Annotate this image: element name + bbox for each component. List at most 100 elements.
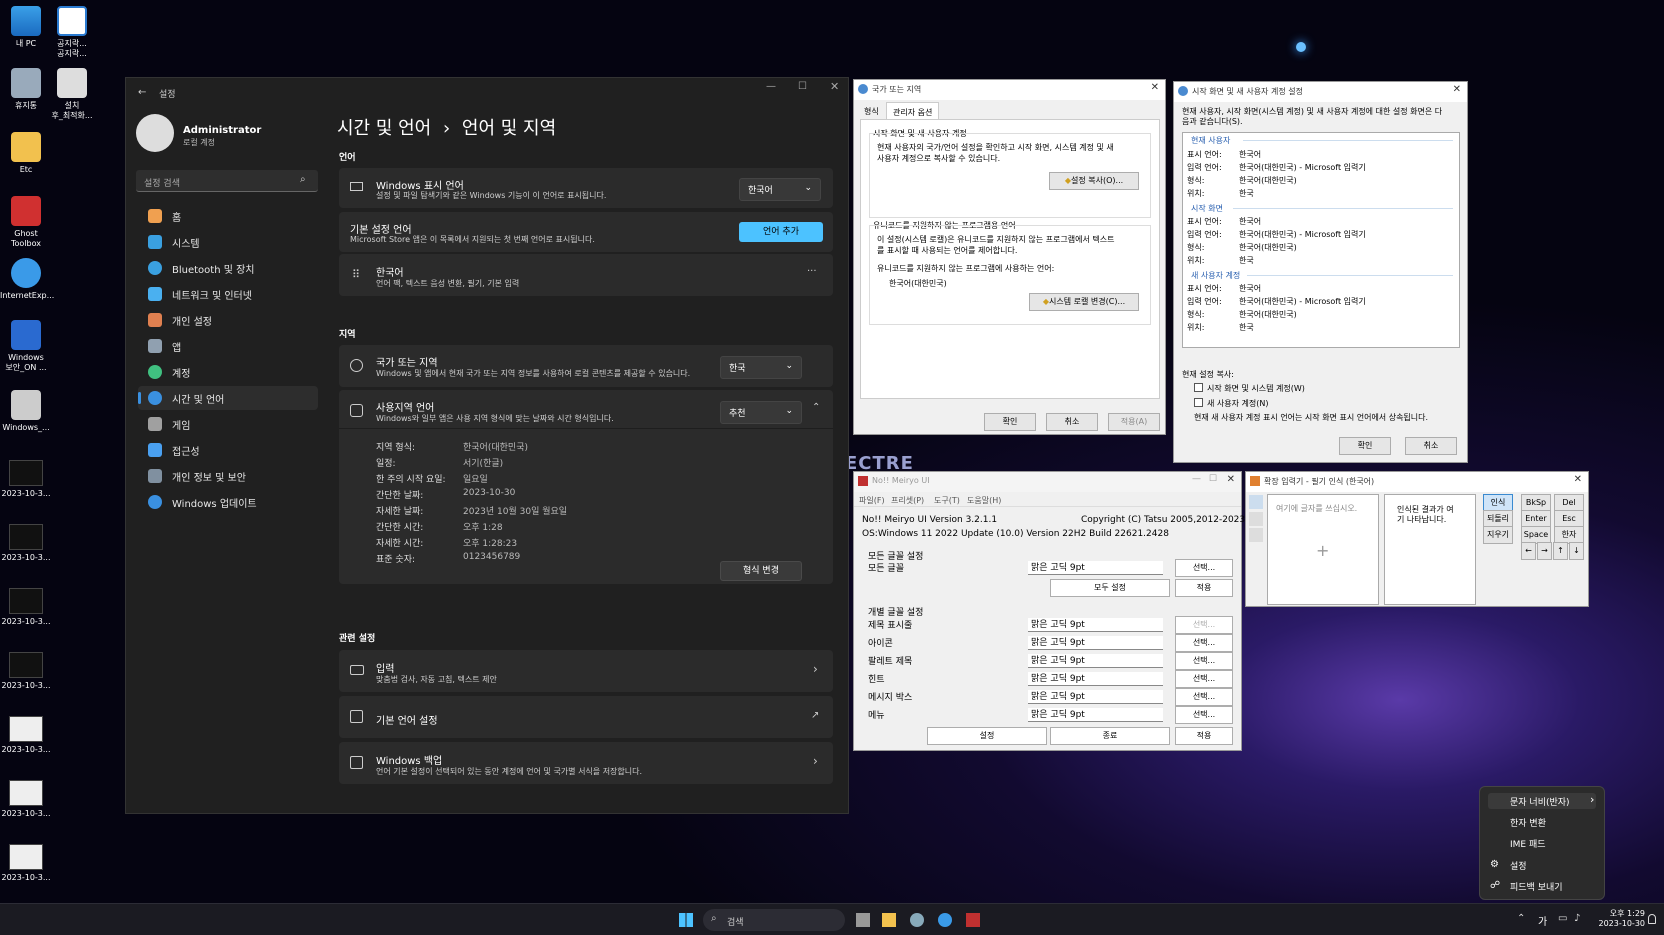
- menu-help[interactable]: 도움말(H): [967, 495, 1001, 506]
- clear-button[interactable]: 지우기: [1483, 526, 1513, 544]
- radical-icon[interactable]: [1249, 528, 1263, 542]
- apply-all-button[interactable]: 적용: [1175, 579, 1233, 597]
- nav-network[interactable]: 네트워크 및 인터넷: [138, 282, 318, 306]
- copy-settings-button[interactable]: ◆설정 복사(O)...: [1049, 172, 1139, 190]
- network-icon[interactable]: ▭: [1558, 913, 1567, 924]
- arrow-up-key[interactable]: ↑: [1553, 542, 1568, 560]
- desktop-icon-screenshot[interactable]: 2023-10-3...: [0, 588, 52, 627]
- tab-formats[interactable]: 형식: [864, 106, 879, 117]
- nav-home[interactable]: 홈: [138, 204, 318, 228]
- taskbar-search[interactable]: ⌕ 검색: [703, 909, 845, 931]
- menu-preset[interactable]: 프리셋(P): [891, 495, 924, 506]
- arrow-down-key[interactable]: ↓: [1569, 542, 1584, 560]
- desktop-icon-security[interactable]: Windows 보안_ON ...: [0, 320, 52, 373]
- minimize-icon[interactable]: —: [766, 81, 776, 92]
- volume-icon[interactable]: ♪: [1574, 913, 1580, 924]
- meiryo-app-icon[interactable]: [966, 913, 980, 927]
- settings-app-icon[interactable]: [910, 913, 924, 927]
- chevron-up-icon[interactable]: ⌃: [812, 402, 820, 413]
- select-button[interactable]: 선택...: [1175, 652, 1233, 670]
- nav-accessibility[interactable]: 접근성: [138, 438, 318, 462]
- nav-personalization[interactable]: 개인 설정: [138, 308, 318, 332]
- task-view-icon[interactable]: [856, 913, 870, 927]
- notification-bell-icon[interactable]: [1648, 914, 1656, 924]
- arrow-left-key[interactable]: ←: [1521, 542, 1536, 560]
- handwriting-canvas[interactable]: 여기에 글자를 쓰십시오. +: [1267, 494, 1379, 605]
- ok-button[interactable]: 확인: [984, 413, 1036, 431]
- card-typing[interactable]: 입력 맞춤법 검사, 자동 고침, 텍스트 제안 ›: [339, 650, 833, 692]
- select-button[interactable]: 선택...: [1175, 634, 1233, 652]
- close-icon[interactable]: ✕: [1574, 474, 1582, 485]
- menu-item-hanja[interactable]: 한자 변환: [1510, 816, 1546, 829]
- menu-item-settings[interactable]: 설정: [1510, 859, 1527, 872]
- nav-accounts[interactable]: 계정: [138, 360, 318, 384]
- nav-time-language[interactable]: 시간 및 언어: [138, 386, 318, 410]
- desktop-icon-screenshot[interactable]: 2023-10-3...: [0, 460, 52, 499]
- breadcrumb-parent[interactable]: 시간 및 언어: [337, 118, 431, 139]
- desktop-icon-notice[interactable]: 공지락... 공지락...: [46, 6, 98, 59]
- country-dropdown[interactable]: 한국 ⌄: [720, 356, 802, 379]
- desktop-icon-ghost[interactable]: Ghost Toolbox: [0, 196, 52, 249]
- cancel-button[interactable]: 취소: [1046, 413, 1098, 431]
- set-all-button[interactable]: 모두 설정: [1050, 579, 1170, 597]
- ok-button[interactable]: 확인: [1339, 437, 1391, 455]
- regional-format-dropdown[interactable]: 추천 ⌄: [720, 401, 802, 424]
- close-icon[interactable]: ✕: [1151, 82, 1159, 93]
- minimize-icon[interactable]: —: [1192, 474, 1201, 484]
- avatar[interactable]: [136, 114, 174, 152]
- desktop-icon-windows[interactable]: Windows_...: [0, 390, 52, 433]
- select-button[interactable]: 선택...: [1175, 706, 1233, 724]
- desktop-icon-screenshot[interactable]: 2023-10-3...: [0, 716, 52, 755]
- drag-handle-icon[interactable]: ⠿: [352, 268, 360, 281]
- menu-tools[interactable]: 도구(T): [934, 495, 960, 506]
- display-language-dropdown[interactable]: 한국어 ⌄: [739, 178, 821, 201]
- desktop-icon-ie[interactable]: InternetExp...: [0, 258, 54, 301]
- back-arrow-icon[interactable]: ←: [138, 87, 146, 98]
- desktop-icon-this-pc[interactable]: 내 PC: [0, 6, 52, 49]
- close-icon[interactable]: ✕: [1453, 84, 1461, 95]
- nav-privacy[interactable]: 개인 정보 및 보안: [138, 464, 318, 488]
- close-icon[interactable]: ✕: [1227, 474, 1235, 485]
- nav-apps[interactable]: 앱: [138, 334, 318, 358]
- close-icon[interactable]: ✕: [830, 80, 839, 93]
- cancel-button[interactable]: 취소: [1405, 437, 1457, 455]
- card-backup[interactable]: Windows 백업 언어 기본 설정이 선택되어 있는 동안 계정에 언어 및…: [339, 742, 833, 784]
- start-button[interactable]: [679, 913, 693, 927]
- result-list[interactable]: 인식된 결과가 여 기 나타납니다.: [1384, 494, 1476, 605]
- file-explorer-icon[interactable]: [882, 913, 896, 927]
- select-button[interactable]: 선택...: [1175, 616, 1233, 634]
- handwriting-icon[interactable]: [1249, 495, 1263, 509]
- arrow-right-key[interactable]: →: [1537, 542, 1552, 560]
- tab-admin[interactable]: 관리자 옵션: [886, 102, 940, 120]
- add-language-button[interactable]: 언어 추가: [739, 222, 823, 242]
- menu-item-ime-pad[interactable]: IME 패드: [1510, 837, 1546, 850]
- nav-system[interactable]: 시스템: [138, 230, 318, 254]
- card-korean[interactable]: ⠿ 한국어 언어 팩, 텍스트 음성 변환, 필기, 기본 입력 ···: [339, 254, 833, 296]
- chevron-up-icon[interactable]: ⌃: [1517, 913, 1525, 924]
- card-admin-language[interactable]: 기본 언어 설정 ↗: [339, 696, 833, 738]
- set-button[interactable]: 설정: [927, 727, 1047, 745]
- more-options-icon[interactable]: ···: [807, 266, 817, 277]
- maximize-icon[interactable]: ☐: [798, 81, 807, 92]
- desktop-icon-screenshot[interactable]: 2023-10-3...: [0, 652, 52, 691]
- select-button[interactable]: 선택...: [1175, 670, 1233, 688]
- menu-item-feedback[interactable]: 피드백 보내기: [1510, 880, 1563, 893]
- change-locale-button[interactable]: ◆시스템 로캘 변경(C)...: [1029, 293, 1139, 311]
- nav-windows-update[interactable]: Windows 업데이트: [138, 490, 318, 514]
- clock[interactable]: 오후 1:29 2023-10-30: [1593, 908, 1646, 928]
- nav-bluetooth[interactable]: Bluetooth 및 장치: [138, 256, 318, 280]
- change-format-button[interactable]: 형식 변경: [720, 561, 802, 581]
- desktop-icon-optimize[interactable]: 설치 후_최적화...: [46, 68, 98, 121]
- desktop-icon-etc[interactable]: Etc: [0, 132, 52, 175]
- checkbox-welcome-screen[interactable]: [1194, 383, 1203, 392]
- nav-gaming[interactable]: 게임: [138, 412, 318, 436]
- menu-item-char-width[interactable]: 문자 너비(반자): [1510, 795, 1570, 808]
- exit-button[interactable]: 종료: [1050, 727, 1170, 745]
- desktop-icon-screenshot[interactable]: 2023-10-3...: [0, 524, 52, 563]
- hanja-icon[interactable]: [1249, 512, 1263, 526]
- select-button[interactable]: 선택...: [1175, 559, 1233, 577]
- desktop-icon-screenshot[interactable]: 2023-10-3...: [0, 844, 52, 883]
- ime-indicator[interactable]: 가: [1538, 913, 1547, 928]
- desktop-icon-screenshot[interactable]: 2023-10-3...: [0, 780, 52, 819]
- select-button[interactable]: 선택...: [1175, 688, 1233, 706]
